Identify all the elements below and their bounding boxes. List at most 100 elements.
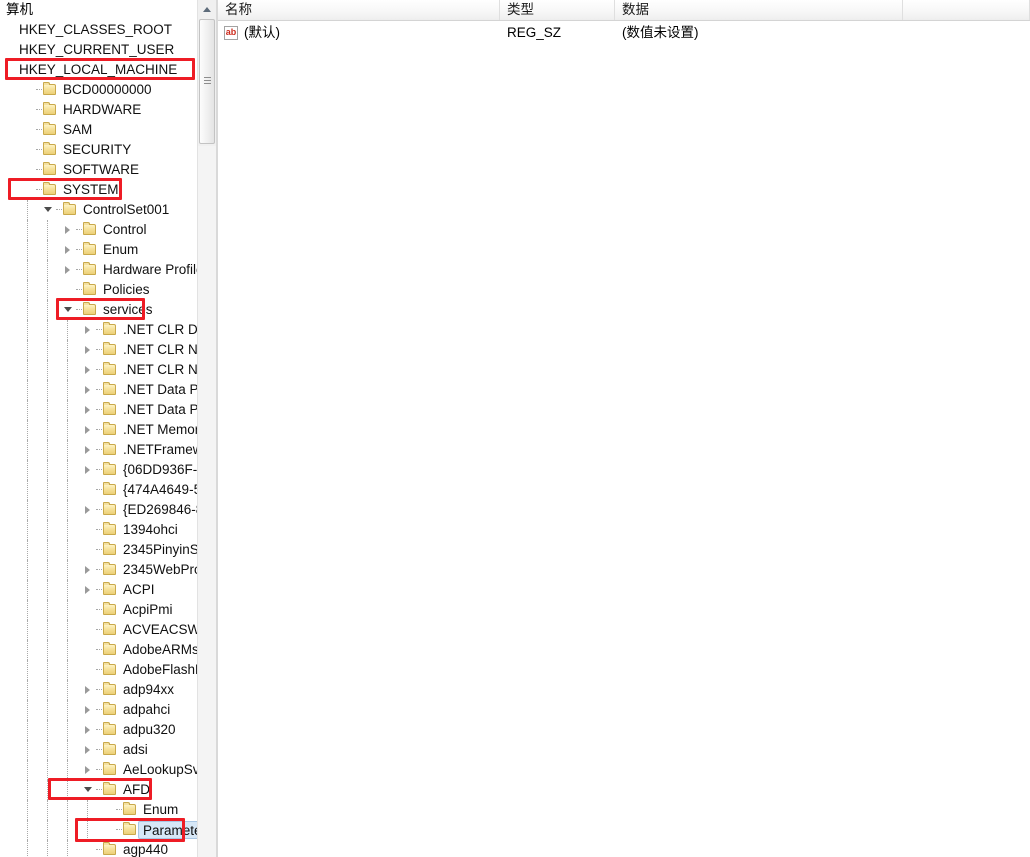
tree-item-adobeflashplayeru[interactable]: AdobeFlashPlayerU	[0, 660, 197, 680]
chevron-down-icon[interactable]	[82, 780, 96, 800]
folder-icon	[102, 700, 118, 720]
chevron-right-icon[interactable]	[82, 320, 96, 340]
tree-item-474a4649-5844-52[interactable]: {474A4649-5844-52	[0, 480, 197, 500]
chevron-right-icon[interactable]	[82, 420, 96, 440]
tree-item-netframework[interactable]: .NETFramework	[0, 440, 197, 460]
tree-item-2345webprotect[interactable]: 2345WebProtect	[0, 560, 197, 580]
tree-item-net-clr-networkin[interactable]: .NET CLR Networkin	[0, 340, 197, 360]
tree-item-net-memory-cach[interactable]: .NET Memory Cach	[0, 420, 197, 440]
tree-item-hkey-current-user[interactable]: HKEY_CURRENT_USER	[0, 40, 197, 60]
tree-item-adpu320[interactable]: adpu320	[0, 720, 197, 740]
chevron-right-icon[interactable]	[82, 680, 96, 700]
registry-values-pane[interactable]: 名称 类型 数据 ab (默认) REG_SZ (数值未设置)	[218, 0, 1030, 857]
chevron-right-icon[interactable]	[82, 440, 96, 460]
tree-item-agp440[interactable]: agp440	[0, 840, 197, 857]
tree-guide-line	[27, 800, 28, 820]
chevron-right-icon[interactable]	[82, 340, 96, 360]
chevron-down-icon[interactable]	[42, 200, 56, 220]
tree-item-policies[interactable]: Policies	[0, 280, 197, 300]
tree-item-label: HKEY_CLASSES_ROOT	[19, 22, 173, 37]
scrollbar-track[interactable]	[198, 146, 216, 857]
tree-guide-line	[47, 620, 48, 640]
tree-item-label: .NET CLR Data	[123, 322, 197, 337]
tree-guide-line	[47, 260, 48, 280]
chevron-right-icon[interactable]	[82, 360, 96, 380]
tree-item-acpi[interactable]: ACPI	[0, 580, 197, 600]
tree-guide-line	[47, 320, 48, 340]
chevron-right-icon[interactable]	[82, 580, 96, 600]
tree-item-1394ohci[interactable]: 1394ohci	[0, 520, 197, 540]
chevron-right-icon[interactable]	[82, 720, 96, 740]
registry-tree-pane[interactable]: 算机 HKEY_CLASSES_ROOT HKEY_CURRENT_USER HKE…	[0, 0, 197, 857]
tree-item-enum[interactable]: Enum	[0, 800, 197, 820]
tree-item-net-data-provider[interactable]: .NET Data Provider	[0, 380, 197, 400]
column-header-2[interactable]: 类型	[500, 0, 615, 20]
chevron-right-icon[interactable]	[82, 700, 96, 720]
chevron-right-icon[interactable]	[82, 500, 96, 520]
tree-item-adobearmservice[interactable]: AdobeARMservice	[0, 640, 197, 660]
chevron-right-icon[interactable]	[82, 560, 96, 580]
tree-item-software[interactable]: SOFTWARE	[0, 160, 197, 180]
tree-item-control[interactable]: Control	[0, 220, 197, 240]
tree-item-services[interactable]: services	[0, 300, 197, 320]
tree-item-2345pinyinsvc[interactable]: 2345PinyinSvc	[0, 540, 197, 560]
scrollbar-thumb[interactable]	[199, 19, 215, 144]
scroll-up-icon[interactable]	[198, 0, 216, 17]
tree-item-afd[interactable]: AFD	[0, 780, 197, 800]
chevron-down-icon[interactable]	[62, 300, 76, 320]
tree-item-acveacswetqb[interactable]: ACVEACSWETQB	[0, 620, 197, 640]
tree-item-net-clr-networkin[interactable]: .NET CLR Networkin	[0, 360, 197, 380]
tree-item-system[interactable]: SYSTEM	[0, 180, 197, 200]
tree-item-net-clr-data[interactable]: .NET CLR Data	[0, 320, 197, 340]
values-column-header[interactable]: 名称 类型 数据	[218, 0, 1030, 21]
chevron-right-icon[interactable]	[82, 400, 96, 420]
tree-item-adsi[interactable]: adsi	[0, 740, 197, 760]
tree-item-hkey-local-machine[interactable]: HKEY_LOCAL_MACHINE	[0, 60, 197, 80]
value-row[interactable]: ab (默认) REG_SZ (数值未设置)	[218, 22, 1030, 43]
tree-item-parameters[interactable]: Parameters	[0, 820, 197, 840]
tree-item-hkey-classes-root[interactable]: HKEY_CLASSES_ROOT	[0, 20, 197, 40]
tree-guide-line	[27, 700, 28, 720]
tree-guide-line	[27, 240, 28, 260]
registry-tree-list[interactable]: HKEY_CLASSES_ROOT HKEY_CURRENT_USER HKEY_L…	[0, 20, 197, 857]
tree-item-acpipmi[interactable]: AcpiPmi	[0, 600, 197, 620]
tree-item-label: adp94xx	[123, 682, 175, 697]
tree-item-label: Hardware Profiles	[103, 262, 197, 277]
chevron-right-icon[interactable]	[82, 460, 96, 480]
tree-item-ed269846-851f-46[interactable]: {ED269846-851F-46	[0, 500, 197, 520]
chevron-right-icon[interactable]	[82, 760, 96, 780]
tree-item-sam[interactable]: SAM	[0, 120, 197, 140]
column-header-4[interactable]	[903, 0, 1030, 20]
chevron-right-icon[interactable]	[62, 220, 76, 240]
tree-guide-line	[47, 340, 48, 360]
tree-item-controlset001[interactable]: ControlSet001	[0, 200, 197, 220]
tree-item-enum[interactable]: Enum	[0, 240, 197, 260]
column-header-1[interactable]: 名称	[218, 0, 500, 20]
tree-vertical-scrollbar[interactable]	[197, 0, 216, 857]
tree-item-adp94xx[interactable]: adp94xx	[0, 680, 197, 700]
tree-item-hardware[interactable]: HARDWARE	[0, 100, 197, 120]
tree-item-06dd936f-b10e-46[interactable]: {06DD936F-B10E-46	[0, 460, 197, 480]
chevron-right-icon[interactable]	[62, 260, 76, 280]
chevron-right-icon[interactable]	[82, 380, 96, 400]
tree-item-security[interactable]: SECURITY	[0, 140, 197, 160]
tree-item-bcd00000000[interactable]: BCD00000000	[0, 80, 197, 100]
folder-icon	[102, 320, 118, 340]
column-header-3[interactable]: 数据	[615, 0, 903, 20]
tree-guide-line	[47, 760, 48, 780]
tree-item-hardware-profiles[interactable]: Hardware Profiles	[0, 260, 197, 280]
chevron-right-icon[interactable]	[82, 740, 96, 760]
tree-item-aelookupsvc[interactable]: AeLookupSvc	[0, 760, 197, 780]
tree-item-net-data-provider[interactable]: .NET Data Provider	[0, 400, 197, 420]
chevron-right-icon[interactable]	[62, 240, 76, 260]
tree-item-adpahci[interactable]: adpahci	[0, 700, 197, 720]
